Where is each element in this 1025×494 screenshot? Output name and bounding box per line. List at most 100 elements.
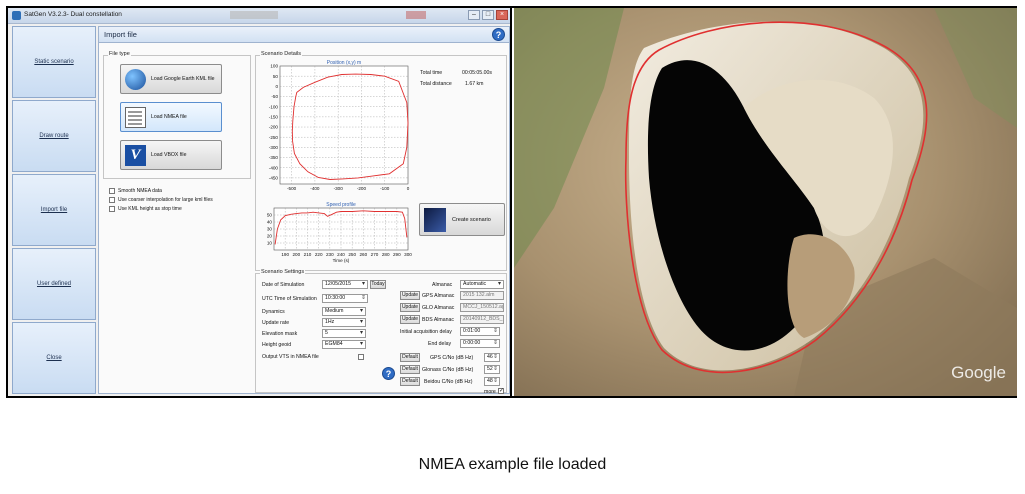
satellite-map[interactable]: Google [514,8,1017,396]
y-tick-label: -350 [269,155,279,160]
y-tick-label: -450 [269,175,279,180]
output-vts-checkbox[interactable] [358,354,364,360]
scenario-settings-title: Scenario Settings [260,269,306,275]
scenario-settings-group: Scenario Settings Date of Simulation 12/… [255,269,507,395]
smooth-nmea-option[interactable]: Smooth NMEA data [109,188,162,194]
vbox-icon: V [125,145,146,166]
gps-almanac-label: GPS Almanac [422,293,455,299]
bds-almanac-field[interactable]: 20140912_BDS_ [460,315,504,324]
help-icon[interactable]: ? [492,28,505,41]
gps-almanac-field[interactable]: 2015 132.alm [460,291,504,300]
sidebar-item-import-file[interactable]: Import file [12,174,96,246]
coarse-interp-checkbox[interactable] [109,197,115,203]
google-watermark: Google [951,363,1006,382]
y-tick-label: -150 [269,114,279,119]
maximize-icon[interactable]: □ [482,10,494,20]
height-geoid-select[interactable]: EGM84 [322,340,366,349]
load-vbox-label: Load VBOX file [151,152,187,158]
close-icon[interactable]: × [496,10,508,20]
satgen-window: SatGen V3.2.3- Dual constellation – □ × … [8,8,512,396]
minimize-icon[interactable]: – [468,10,480,20]
almanac-select[interactable]: Automatic [460,280,504,289]
end-delay-input[interactable]: 0:00:00 [460,339,500,348]
x-tick-label: 0 [407,186,410,191]
settings-help-icon[interactable]: ? [382,367,395,380]
coarse-interp-label: Use coarser interpolation for large kml … [118,197,213,203]
beidou-cno-default-button[interactable]: Default [400,377,420,386]
kml-height-option[interactable]: Use KML height as stop time [109,206,182,212]
sidebar-item-static-scenario[interactable]: Static scenario [12,26,96,98]
date-input[interactable]: 12/05/2015 [322,280,368,289]
create-scenario-label: Create scenario [452,217,491,223]
x-tick-label: 270 [371,252,379,257]
glonass-cno-label: Glonass C/No (dB Hz) [422,367,474,373]
x-tick-label: 190 [281,252,289,257]
elevation-mask-label: Elevation mask [262,331,298,337]
beidou-cno-label: Beidou C/No (dB Hz) [424,379,473,385]
load-vbox-button[interactable]: V Load VBOX file [120,140,222,170]
gps-cno-default-button[interactable]: Default [400,353,420,362]
x-tick-label: 210 [304,252,312,257]
sidebar-item-draw-route[interactable]: Draw route [12,100,96,172]
load-nmea-label: Load NMEA file [151,114,187,120]
smooth-nmea-checkbox[interactable] [109,188,115,194]
screenshot-frame: SatGen V3.2.3- Dual constellation – □ × … [6,6,1017,398]
glonass-cno-input[interactable]: 52 [484,365,500,374]
x-tick-label: 260 [359,252,367,257]
coarse-interp-option[interactable]: Use coarser interpolation for large kml … [109,197,213,203]
glo-almanac-field[interactable]: MCCJ_150512.ag [460,303,504,312]
x-tick-label: -200 [357,186,367,191]
speed-chart: 190 200 210 220 230 240 250 260 270 280 290 300 50 40… [267,202,412,263]
dynamics-select[interactable]: Medium [322,307,366,316]
y-tick-label: 10 [267,241,273,246]
create-scenario-button[interactable]: Create scenario [419,203,505,236]
output-vts-label: Output VTS in NMEA file [262,354,319,360]
chart-title: Position (x,y) m [327,60,361,66]
beidou-cno-input[interactable]: 48 [484,377,500,386]
update-rate-label: Update rate [262,320,290,326]
x-tick-label: 300 [404,252,412,257]
more-checkbox[interactable] [498,388,504,394]
load-nmea-button[interactable]: Load NMEA file [120,102,222,132]
today-button[interactable]: Today [370,280,386,289]
x-tick-label: -100 [380,186,390,191]
x-tick-label: 220 [315,252,323,257]
panel-title: Import file [104,30,137,39]
gps-cno-input[interactable]: 46 [484,353,500,362]
glonass-cno-default-button[interactable]: Default [400,365,420,374]
x-tick-label: 280 [382,252,390,257]
gps-almanac-update-button[interactable]: Update [400,291,420,300]
window-title: SatGen V3.2.3- Dual constellation [24,11,122,18]
scenario-details-title: Scenario Details [260,51,303,57]
title-bar: SatGen V3.2.3- Dual constellation – □ × [8,8,510,24]
total-distance-value: 1.67 km [465,81,484,87]
y-tick-label: 20 [267,234,273,239]
sidebar-item-user-defined[interactable]: User defined [12,248,96,320]
y-tick-label: 40 [267,220,273,225]
nmea-file-icon [125,107,146,128]
glo-almanac-update-button[interactable]: Update [400,303,420,312]
sidebar-item-close[interactable]: Close [12,322,96,394]
total-time-label: Total time [420,70,443,76]
initial-delay-input[interactable]: 0:01:00 [460,327,500,336]
bds-almanac-label: BDS Almanac [422,317,455,323]
x-tick-label: -300 [334,186,344,191]
google-earth-icon [125,69,146,90]
total-distance-label: Total distance [420,81,452,87]
dynamics-label: Dynamics [262,309,285,315]
utc-time-input[interactable]: 10:30:00 [322,294,368,303]
chart-title: Speed profile [326,202,356,208]
load-kml-button[interactable]: Load Google Earth KML file [120,64,222,94]
smooth-nmea-label: Smooth NMEA data [118,188,162,194]
app-icon [12,11,21,20]
panel-header: Import file ? [99,27,509,43]
x-tick-label: -500 [287,186,297,191]
x-tick-label: 290 [393,252,401,257]
kml-height-checkbox[interactable] [109,206,115,212]
title-overlay-red [406,11,426,19]
update-rate-select[interactable]: 1Hz [322,318,366,327]
elevation-mask-select[interactable]: 5 [322,329,366,338]
bds-almanac-update-button[interactable]: Update [400,315,420,324]
almanac-label: Almanac [432,282,453,288]
total-time-value: 00:05:05.00s [462,70,492,76]
